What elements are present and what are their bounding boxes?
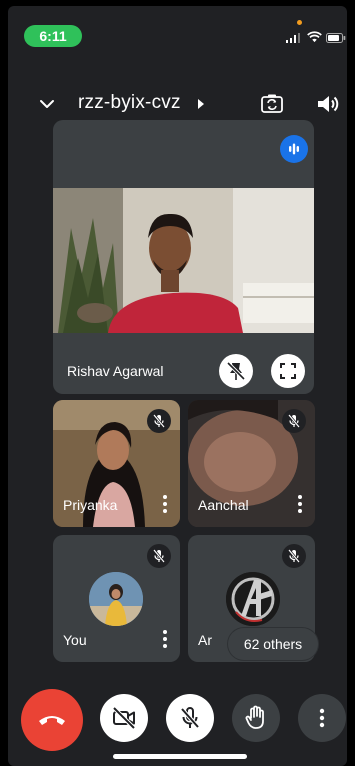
muted-indicator — [147, 544, 171, 568]
speaking-icon — [289, 143, 299, 155]
participant-tile[interactable]: Aanchal — [188, 400, 315, 527]
signal-icon — [286, 33, 300, 43]
raise-hand-icon — [245, 705, 264, 729]
participant-video — [53, 188, 314, 333]
video-frame — [53, 188, 314, 333]
avatar — [226, 572, 280, 626]
switch-camera-icon[interactable] — [260, 92, 284, 116]
participant-tile[interactable]: You — [53, 535, 180, 662]
chevron-down-icon[interactable] — [38, 95, 56, 113]
wifi-icon — [307, 31, 322, 43]
participant-name: Ar — [198, 632, 212, 648]
fullscreen-icon — [280, 363, 296, 379]
avatar — [89, 572, 143, 626]
end-call-icon — [39, 716, 65, 725]
unpin-button[interactable] — [219, 354, 253, 388]
participant-name: Aanchal — [198, 497, 249, 513]
speaking-indicator — [280, 135, 308, 163]
meeting-header: rzz-byix-cvz — [8, 84, 347, 124]
muted-indicator — [282, 409, 306, 433]
avatar-image — [89, 572, 143, 626]
speaker-icon[interactable] — [315, 92, 341, 116]
status-bar: 6:11 — [8, 6, 347, 47]
status-time: 6:11 — [24, 25, 82, 47]
more-vert-icon[interactable] — [158, 493, 172, 515]
muted-indicator — [147, 409, 171, 433]
meeting-code[interactable]: rzz-byix-cvz — [78, 92, 181, 114]
camera-off-icon — [112, 706, 136, 730]
mic-off-icon — [153, 414, 165, 428]
participant-name: You — [63, 632, 87, 648]
fullscreen-button[interactable] — [271, 354, 305, 388]
more-vert-icon — [319, 708, 325, 728]
more-options-button[interactable] — [298, 694, 346, 742]
end-call-button[interactable] — [21, 689, 83, 751]
avengers-logo-icon — [226, 572, 280, 626]
more-vert-icon[interactable] — [158, 628, 172, 650]
mic-off-icon — [180, 707, 200, 729]
mic-off-icon — [288, 414, 300, 428]
participant-name: Priyanka — [63, 497, 118, 513]
mic-off-icon — [288, 549, 300, 563]
battery-icon — [326, 33, 346, 43]
privacy-indicator — [297, 20, 302, 25]
more-vert-icon[interactable] — [293, 493, 307, 515]
others-count-button[interactable]: 62 others — [228, 628, 318, 660]
home-indicator[interactable] — [113, 754, 247, 759]
unpin-icon — [226, 361, 246, 381]
meet-screen: 6:11 rzz-byix-cvz Rishav Agarwal Priyank… — [8, 6, 347, 766]
participant-name: Rishav Agarwal — [67, 363, 164, 379]
main-participant-tile[interactable]: Rishav Agarwal — [53, 120, 314, 394]
muted-indicator — [282, 544, 306, 568]
raise-hand-button[interactable] — [232, 694, 280, 742]
mic-off-icon — [153, 549, 165, 563]
caret-right-icon[interactable] — [196, 98, 206, 110]
participant-tile[interactable]: Priyanka — [53, 400, 180, 527]
camera-toggle-button[interactable] — [100, 694, 148, 742]
mic-toggle-button[interactable] — [166, 694, 214, 742]
